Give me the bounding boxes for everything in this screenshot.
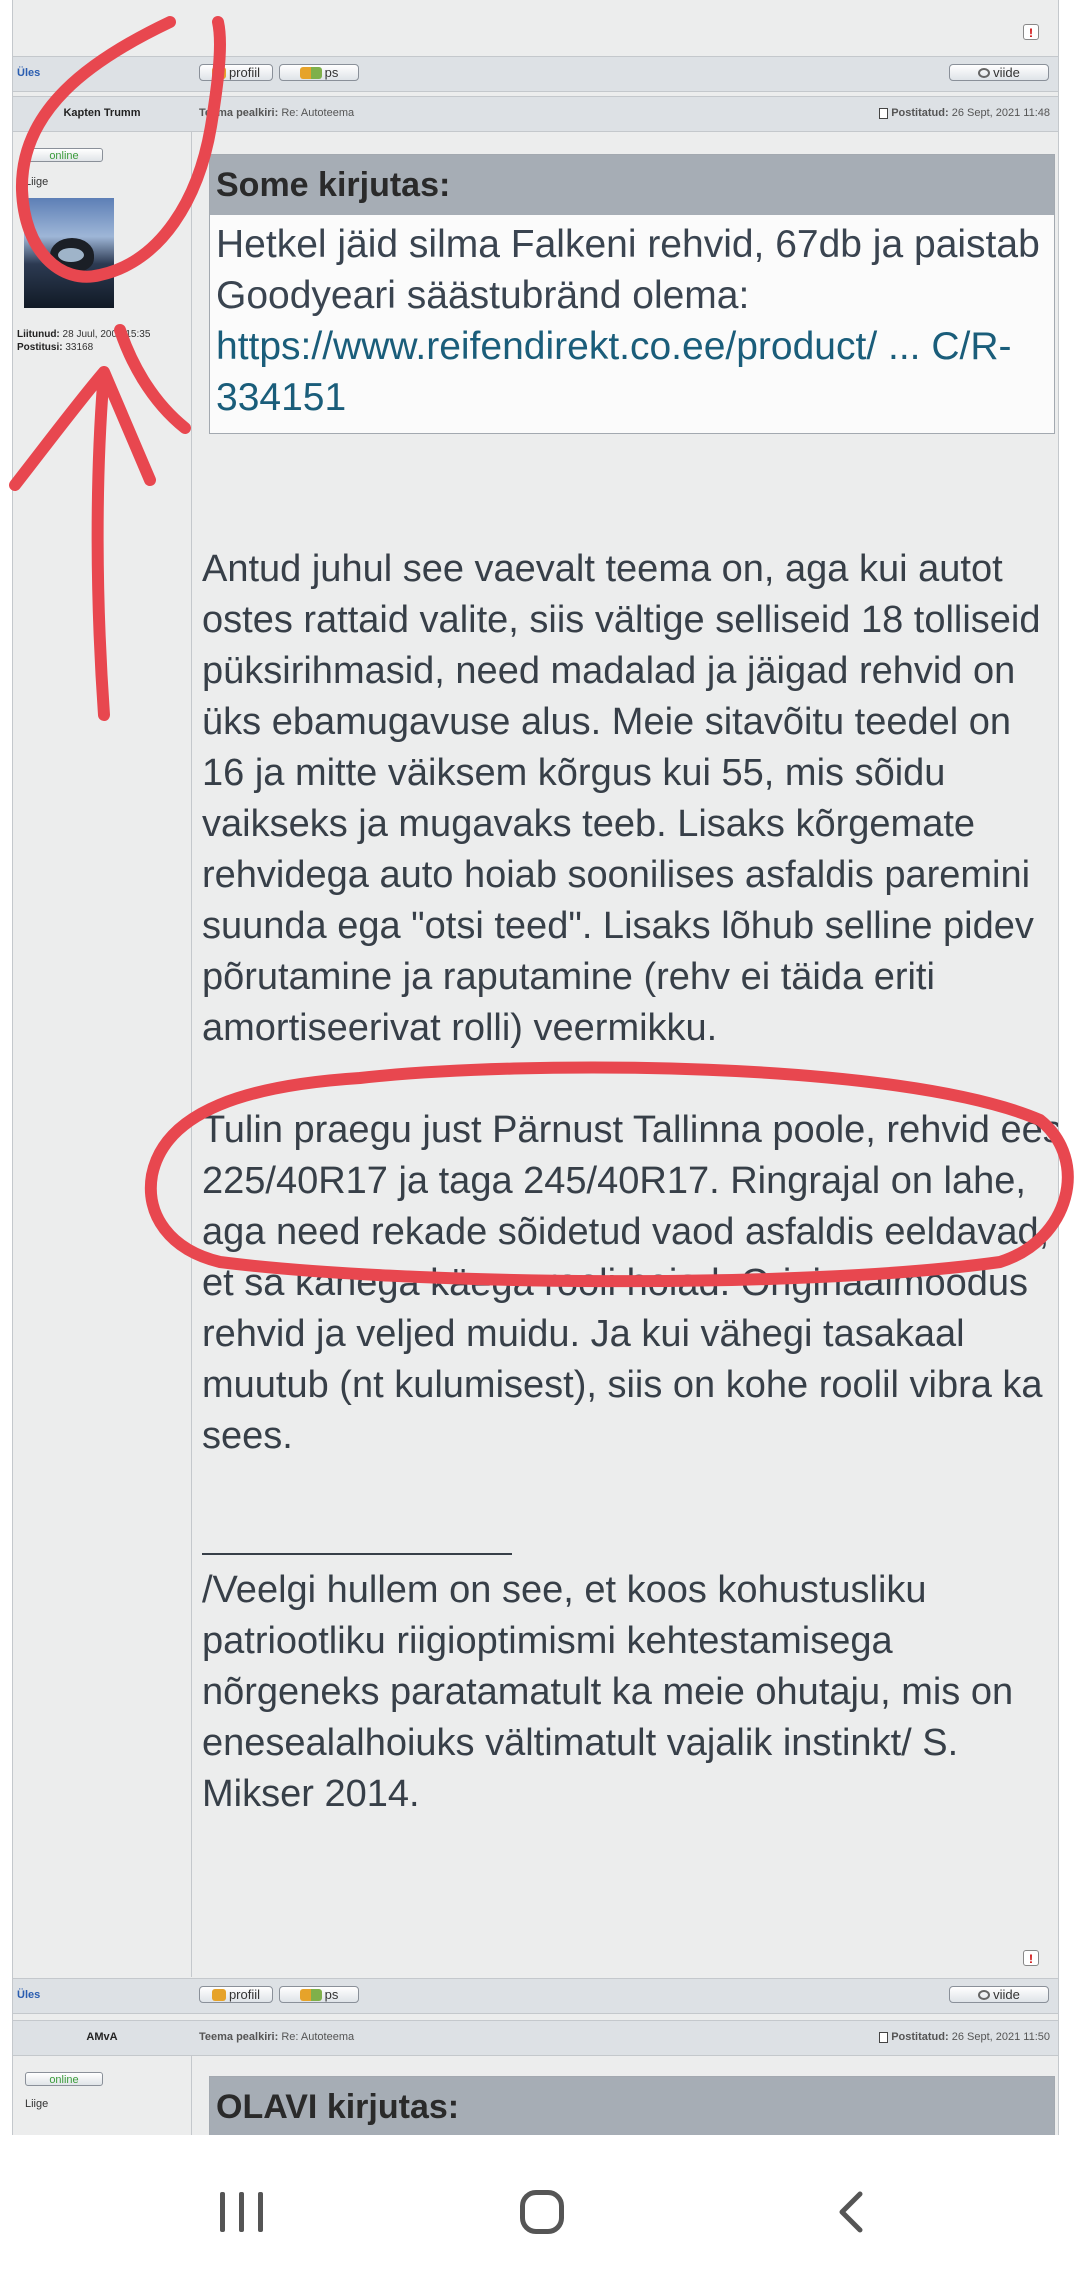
profile-icon <box>211 1988 226 2001</box>
online-badge: online <box>25 148 103 162</box>
user-rank: Liige <box>25 2098 49 2110</box>
post-author[interactable]: AMvA <box>13 2031 191 2043</box>
report-button[interactable]: ! <box>1023 24 1039 40</box>
recent-apps-icon[interactable] <box>218 2192 266 2232</box>
pm-icon <box>299 66 322 79</box>
quote-icon <box>978 1989 991 2000</box>
post-action-bar: Üles profiil ps viide <box>13 1978 1058 2014</box>
post-action-bar: Üles profiil ps viide <box>13 56 1058 92</box>
signature-divider <box>202 1513 512 1555</box>
post-link-icon[interactable] <box>879 2031 889 2043</box>
pm-icon <box>299 1988 322 2001</box>
post-link-icon[interactable] <box>879 107 889 119</box>
quote-text: Hetkel jäid silma Falkeni rehvid, 67db j… <box>216 223 1040 419</box>
back-icon[interactable] <box>832 2190 872 2234</box>
user-meta: Liitunud: 28 Juul, 2005 15:35 Postitusi:… <box>17 329 151 353</box>
up-link[interactable]: Üles <box>17 67 40 79</box>
profile-button[interactable]: profiil <box>199 64 273 81</box>
avatar <box>24 198 114 308</box>
post-date: Postitatud: 26 Sept, 2021 11:48 <box>879 107 1050 119</box>
column-divider <box>191 131 192 1977</box>
quote-block: Some kirjutas: Hetkel jäid silma Falkeni… <box>209 154 1055 434</box>
report-button[interactable]: ! <box>1023 1950 1039 1966</box>
quote-button[interactable]: viide <box>949 1986 1049 2003</box>
pm-button[interactable]: ps <box>279 64 359 81</box>
post-paragraph: Tulin praegu just Pärnust Tallinna poole… <box>202 1109 1059 1457</box>
quote-icon <box>978 67 991 78</box>
user-rank: Liige <box>25 176 49 188</box>
forum-thread: ! Üles profiil ps viide Kapten Trumm Tee… <box>12 0 1059 2135</box>
quote-link[interactable]: https://www.reifendirekt.co.ee/product/ … <box>216 325 1011 419</box>
pm-button[interactable]: ps <box>279 1986 359 2003</box>
quote-button[interactable]: viide <box>949 64 1049 81</box>
quote-header: Some kirjutas: <box>210 155 1054 215</box>
profile-icon <box>211 66 226 79</box>
signature: /Veelgi hullem on see, et koos kohustusl… <box>202 1569 1014 1815</box>
up-link[interactable]: Üles <box>17 1989 40 2001</box>
column-divider <box>191 2055 192 2135</box>
post-header: Kapten Trumm Teema pealkiri: Re: Autotee… <box>13 96 1058 132</box>
post-subject: Teema pealkiri: Re: Autoteema <box>199 2031 355 2043</box>
quote-block: OLAVI kirjutas: <box>209 2076 1055 2135</box>
post-header: AMvA Teema pealkiri: Re: Autoteema Posti… <box>13 2020 1058 2056</box>
quote-header: OLAVI kirjutas: <box>210 2077 1054 2135</box>
post-paragraph: Antud juhul see vaevalt teema on, aga ku… <box>202 548 1041 1049</box>
post-subject: Teema pealkiri: Re: Autoteema <box>199 107 355 119</box>
post-body: Antud juhul see vaevalt teema on, aga ku… <box>202 544 1059 1820</box>
post-author[interactable]: Kapten Trumm <box>13 107 191 119</box>
home-icon[interactable] <box>520 2190 564 2234</box>
post-date: Postitatud: 26 Sept, 2021 11:50 <box>879 2031 1050 2043</box>
online-badge: online <box>25 2072 103 2086</box>
profile-button[interactable]: profiil <box>199 1986 273 2003</box>
